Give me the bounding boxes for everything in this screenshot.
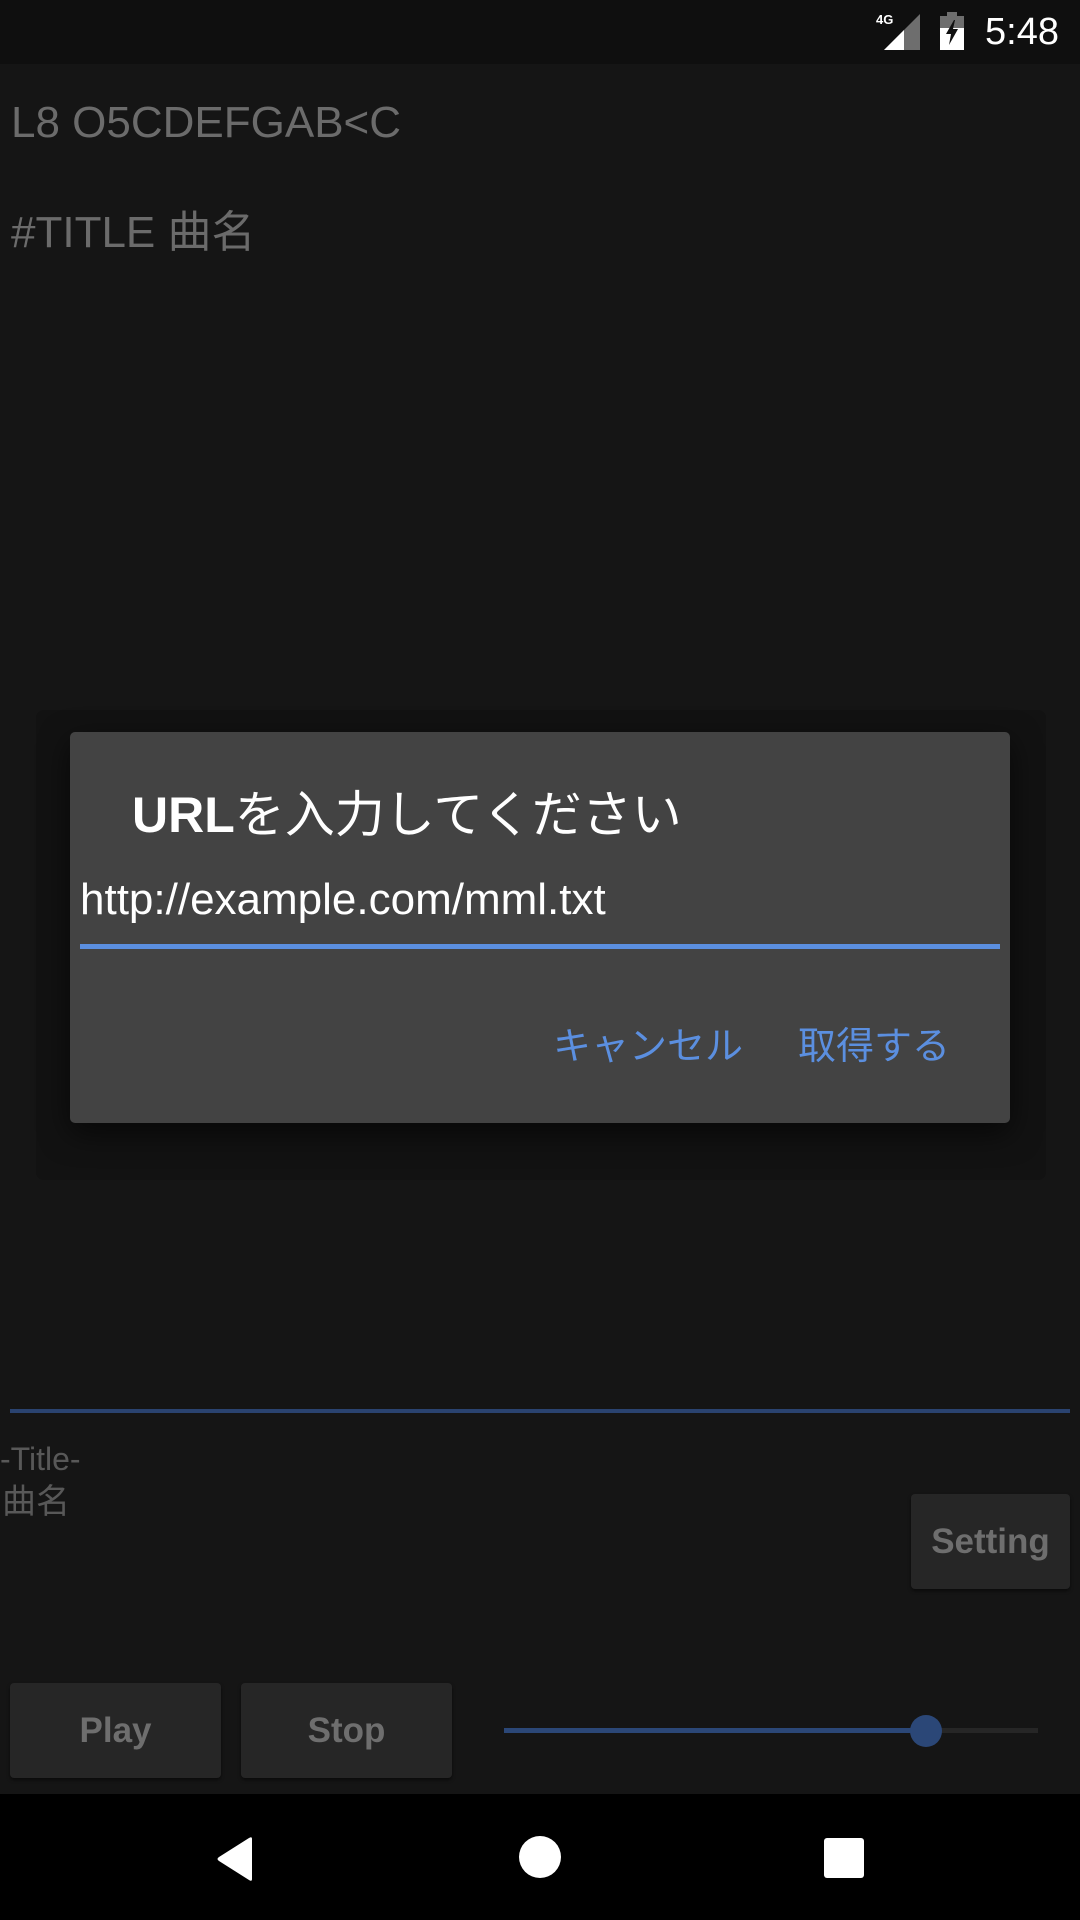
slider-fill [504, 1728, 926, 1733]
fetch-button[interactable]: 取得する [798, 1022, 950, 1072]
dialog-title-prefix: URL [132, 787, 235, 843]
screen: 4G 5:48 L8 O5CDEFGAB<C #TITLE 曲名 -Title-… [0, 0, 1080, 1920]
clock: 5:48 [985, 11, 1059, 53]
recents-icon[interactable] [824, 1838, 864, 1878]
play-button[interactable]: Play [10, 1683, 221, 1778]
signal-4g-icon: 4G [876, 12, 920, 50]
url-input[interactable] [80, 872, 1000, 928]
battery-charging-icon [940, 12, 964, 50]
cancel-button[interactable]: キャンセル [553, 1022, 743, 1072]
editor-line[interactable]: #TITLE 曲名 [11, 205, 256, 261]
stop-button[interactable]: Stop [241, 1683, 452, 1778]
home-icon[interactable] [519, 1836, 561, 1878]
dialog-title: URLを入力してください [132, 780, 682, 850]
editor-line[interactable]: L8 O5CDEFGAB<C [11, 95, 401, 151]
svg-text:4G: 4G [876, 12, 893, 27]
url-input-dialog: URLを入力してください キャンセル 取得する [70, 732, 1010, 1123]
slider-thumb[interactable] [909, 1715, 942, 1747]
navigation-bar [0, 1794, 1080, 1920]
divider [10, 1409, 1070, 1413]
status-bar: 4G 5:48 [0, 0, 1080, 64]
song-title-label: -Title- [0, 1441, 81, 1477]
dialog-title-suffix: を入力してください [234, 787, 682, 843]
back-icon[interactable] [216, 1836, 256, 1882]
volume-slider[interactable] [504, 1710, 1038, 1750]
song-title-value: 曲名 [2, 1483, 70, 1521]
url-input-underline [80, 944, 1000, 949]
setting-button[interactable]: Setting [911, 1494, 1070, 1589]
